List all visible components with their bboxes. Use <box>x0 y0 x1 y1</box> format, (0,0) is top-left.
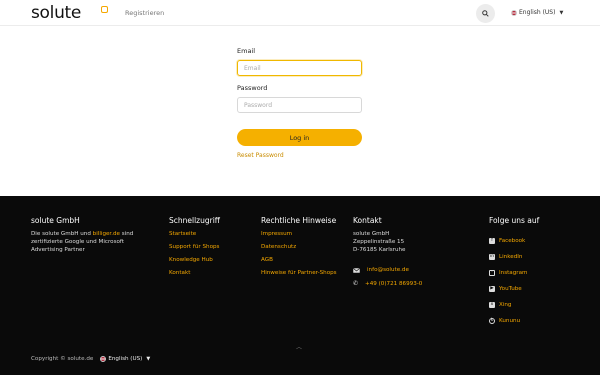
footer-link-agb[interactable]: AGB <box>261 254 341 267</box>
footer-link-startseite[interactable]: Startseite <box>169 228 219 241</box>
footer-link-partner-shops[interactable]: Hinweise für Partner-Shops <box>261 269 341 278</box>
login-button[interactable]: Log in <box>237 129 362 146</box>
facebook-icon: f <box>489 238 495 244</box>
envelope-icon <box>353 267 360 273</box>
contact-phone[interactable]: ✆ +49 (0)721 86993-0 <box>353 280 422 287</box>
search-icon <box>482 10 489 17</box>
social-label: Kununu <box>499 318 521 324</box>
company-description: Die solute GmbH und billiger.de sind zer… <box>31 230 153 255</box>
caret-down-icon: ▼ <box>146 356 151 362</box>
xing-icon: x <box>489 301 495 308</box>
language-selector[interactable]: English (US) ▼ <box>511 9 563 16</box>
contact-title: Kontakt <box>353 216 382 225</box>
social-list: f Facebook in LinkedIn ◦ Instagram ▶ YouTube… <box>489 233 527 329</box>
social-title: Folge uns auf <box>489 216 540 225</box>
kununu-icon: k <box>489 317 495 324</box>
quick-access-list: Startseite Support für Shops Knowledge H… <box>169 228 219 280</box>
reset-password-link[interactable]: Reset Password <box>237 152 284 159</box>
legal-title: Rechtliche Hinweise <box>261 216 337 225</box>
contact-address: solute GmbH Zeppelinstraße 15 D-76185 Ka… <box>353 230 406 255</box>
register-link[interactable]: Registrieren <box>125 9 164 17</box>
social-youtube[interactable]: ▶ YouTube <box>489 281 527 297</box>
company-desc-text: Die solute GmbH und <box>31 231 93 237</box>
us-flag-icon <box>511 9 517 16</box>
brand-logo[interactable]: solute <box>31 3 81 23</box>
password-field[interactable] <box>237 97 362 113</box>
phone-link[interactable]: +49 (0)721 86993-0 <box>365 281 422 287</box>
footer-language-selector[interactable]: English (US) ▼ <box>100 356 150 362</box>
quick-access-title: Schnellzugriff <box>169 216 220 225</box>
social-label: Instagram <box>499 270 528 276</box>
footer-language-label: English (US) <box>108 356 143 362</box>
top-navbar: solute Registrieren English (US) ▼ <box>0 0 600 26</box>
copyright-bar: Copyright © solute.de English (US) ▼ <box>31 356 150 362</box>
legal-list: Impressum Datenschutz AGB Hinweise für P… <box>261 228 341 278</box>
youtube-icon: ▶ <box>489 285 495 292</box>
footer-link-kontakt[interactable]: Kontakt <box>169 267 219 280</box>
footer-link-knowledge-hub[interactable]: Knowledge Hub <box>169 254 219 267</box>
social-label: Facebook <box>499 238 526 244</box>
social-label: LinkedIn <box>499 254 523 260</box>
footer-link-impressum[interactable]: Impressum <box>261 228 341 241</box>
company-title: solute GmbH <box>31 216 80 225</box>
instagram-icon: ◦ <box>489 269 495 276</box>
search-button[interactable] <box>476 4 495 23</box>
footer: solute GmbH Die solute GmbH und billiger… <box>0 196 600 375</box>
address-line: D-76185 Karlsruhe <box>353 247 406 254</box>
contact-email[interactable]: info@solute.de <box>353 267 409 273</box>
billiger-link[interactable]: billiger.de <box>93 231 120 237</box>
scroll-top-chevron-icon[interactable]: ︿ <box>296 342 302 351</box>
language-label: English (US) <box>519 9 556 16</box>
email-link[interactable]: info@solute.de <box>367 267 409 273</box>
caret-down-icon: ▼ <box>559 9 564 16</box>
social-linkedin[interactable]: in LinkedIn <box>489 249 527 265</box>
password-label: Password <box>237 84 268 92</box>
email-field[interactable] <box>237 60 362 76</box>
email-label: Email <box>237 47 256 55</box>
social-xing[interactable]: x Xing <box>489 297 527 313</box>
phone-icon: ✆ <box>353 280 359 287</box>
copyright-text: Copyright © solute.de <box>31 356 94 362</box>
social-label: Xing <box>499 302 512 308</box>
social-kununu[interactable]: k Kununu <box>489 313 527 329</box>
footer-link-datenschutz[interactable]: Datenschutz <box>261 241 341 254</box>
logo-square-icon <box>101 6 108 13</box>
social-label: YouTube <box>499 286 522 292</box>
social-instagram[interactable]: ◦ Instagram <box>489 265 527 281</box>
us-flag-icon <box>100 356 107 362</box>
footer-link-support[interactable]: Support für Shops <box>169 241 219 254</box>
social-facebook[interactable]: f Facebook <box>489 233 527 249</box>
address-line: Zeppelinstraße 15 <box>353 239 405 246</box>
linkedin-icon: in <box>489 253 495 260</box>
address-line: solute GmbH <box>353 231 390 237</box>
